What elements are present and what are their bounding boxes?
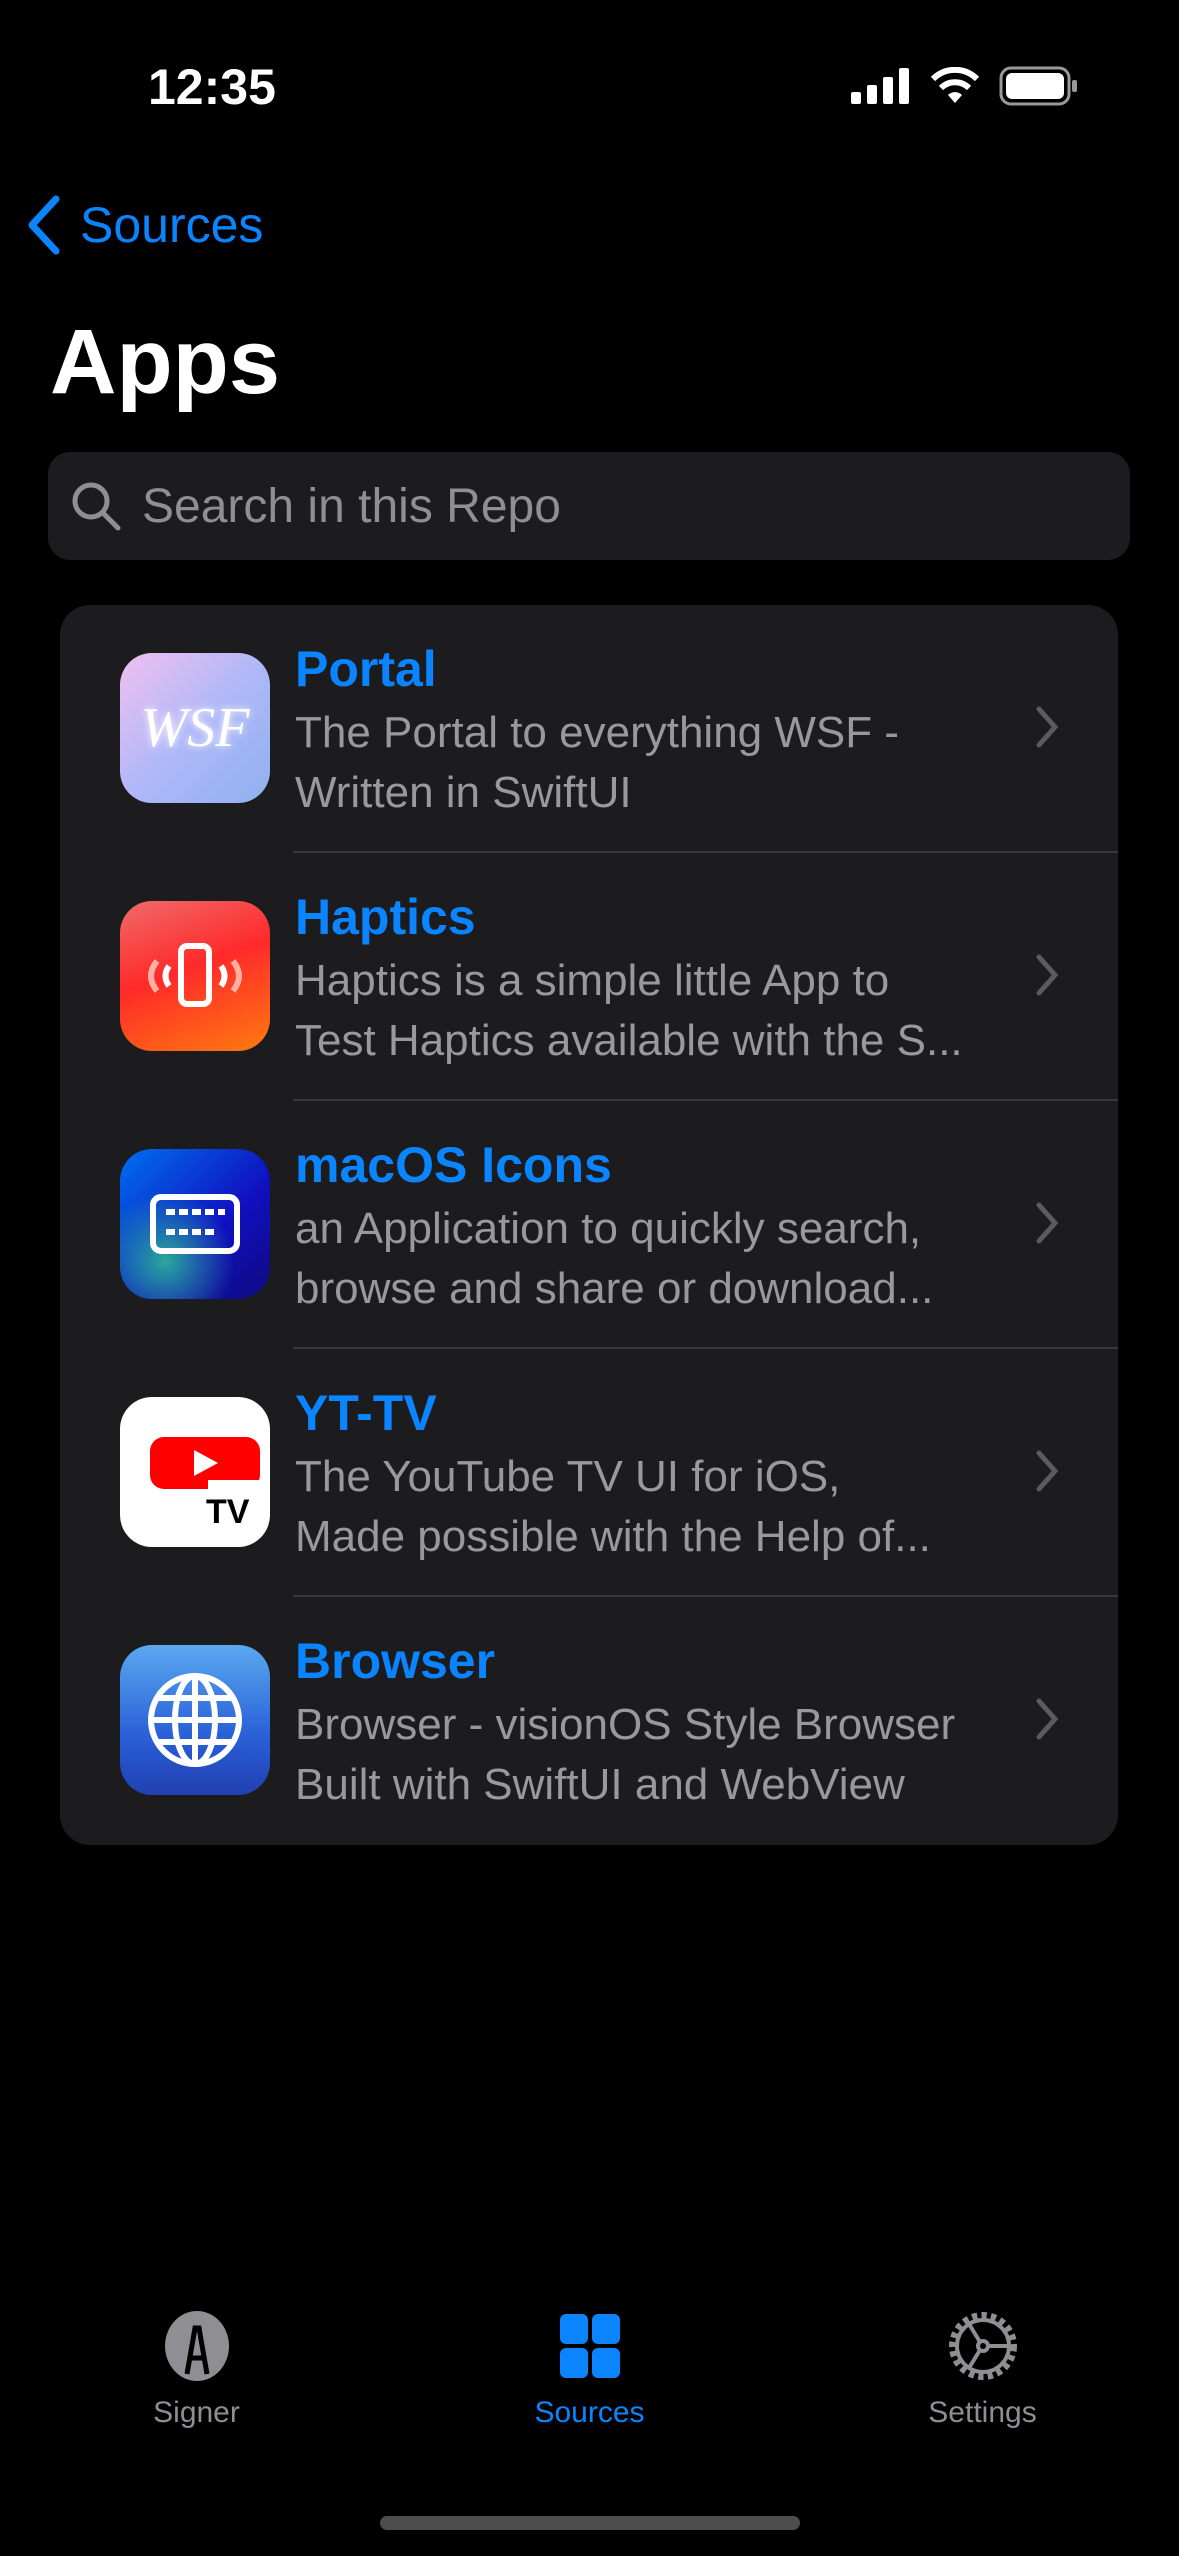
search-input[interactable] <box>142 478 1042 534</box>
app-description: an Application to quickly search, browse … <box>295 1204 934 1313</box>
wsf-logo: WSF <box>120 653 270 803</box>
phone-vibrate-icon <box>120 901 270 1051</box>
tab-sources[interactable]: Sources <box>393 2310 786 2430</box>
keyboard-icon <box>120 1149 270 1299</box>
app-row-yt-tv[interactable]: TV YT-TV The YouTube TV UI for iOS, Made … <box>60 1349 1118 1597</box>
chevron-right-icon <box>1036 1450 1059 1492</box>
battery-icon <box>999 66 1077 106</box>
status-icons <box>851 66 1079 106</box>
app-description: Browser - visionOS Style Browser Built wi… <box>295 1700 956 1809</box>
app-row-haptics[interactable]: Haptics Haptics is a simple little App t… <box>60 853 1118 1101</box>
app-description: The Portal to everything WSF - Written in… <box>295 708 899 817</box>
chevron-right-icon <box>1036 1202 1059 1244</box>
chevron-right-icon <box>1036 706 1059 748</box>
search-icon <box>72 482 121 531</box>
back-button[interactable]: Sources <box>26 195 263 255</box>
app-name: Browser <box>295 1633 496 1689</box>
app-row-portal[interactable]: WSF Portal The Portal to everything WSF … <box>60 605 1118 853</box>
youtube-tv-logo: TV <box>120 1397 270 1547</box>
app-name: YT-TV <box>295 1385 437 1441</box>
page-title: Apps <box>50 311 280 413</box>
chevron-left-icon <box>28 195 60 255</box>
app-description: The YouTube TV UI for iOS, Made possible … <box>295 1452 931 1561</box>
app-name: Portal <box>295 641 437 697</box>
gear-icon <box>948 2312 1017 2380</box>
wifi-icon <box>930 67 980 103</box>
chevron-right-icon <box>1036 954 1059 996</box>
globe-icon <box>120 1645 270 1795</box>
grid-icon <box>559 2314 620 2378</box>
cellular-signal-icon <box>851 68 909 104</box>
app-name: Haptics <box>295 889 476 945</box>
back-label: Sources <box>80 197 264 253</box>
app-row-macos-icons[interactable]: macOS Icons an Application to quickly se… <box>60 1101 1118 1349</box>
app-name: macOS Icons <box>295 1137 612 1193</box>
chevron-right-icon <box>1036 1698 1059 1740</box>
status-time: 12:35 <box>148 59 276 115</box>
search-bar[interactable] <box>48 452 1130 560</box>
signer-icon <box>164 2311 229 2381</box>
home-indicator <box>380 2516 800 2530</box>
app-list: WSF Portal The Portal to everything WSF … <box>60 605 1118 1845</box>
app-row-browser[interactable]: Browser Browser - visionOS Style Browser… <box>60 1597 1118 1845</box>
tab-settings[interactable]: Settings <box>786 2310 1179 2430</box>
app-description: Haptics is a simple little App to Test Ha… <box>295 956 963 1065</box>
tab-bar: Signer Sources Settings <box>0 2310 1179 2430</box>
tab-signer[interactable]: Signer <box>0 2310 393 2430</box>
